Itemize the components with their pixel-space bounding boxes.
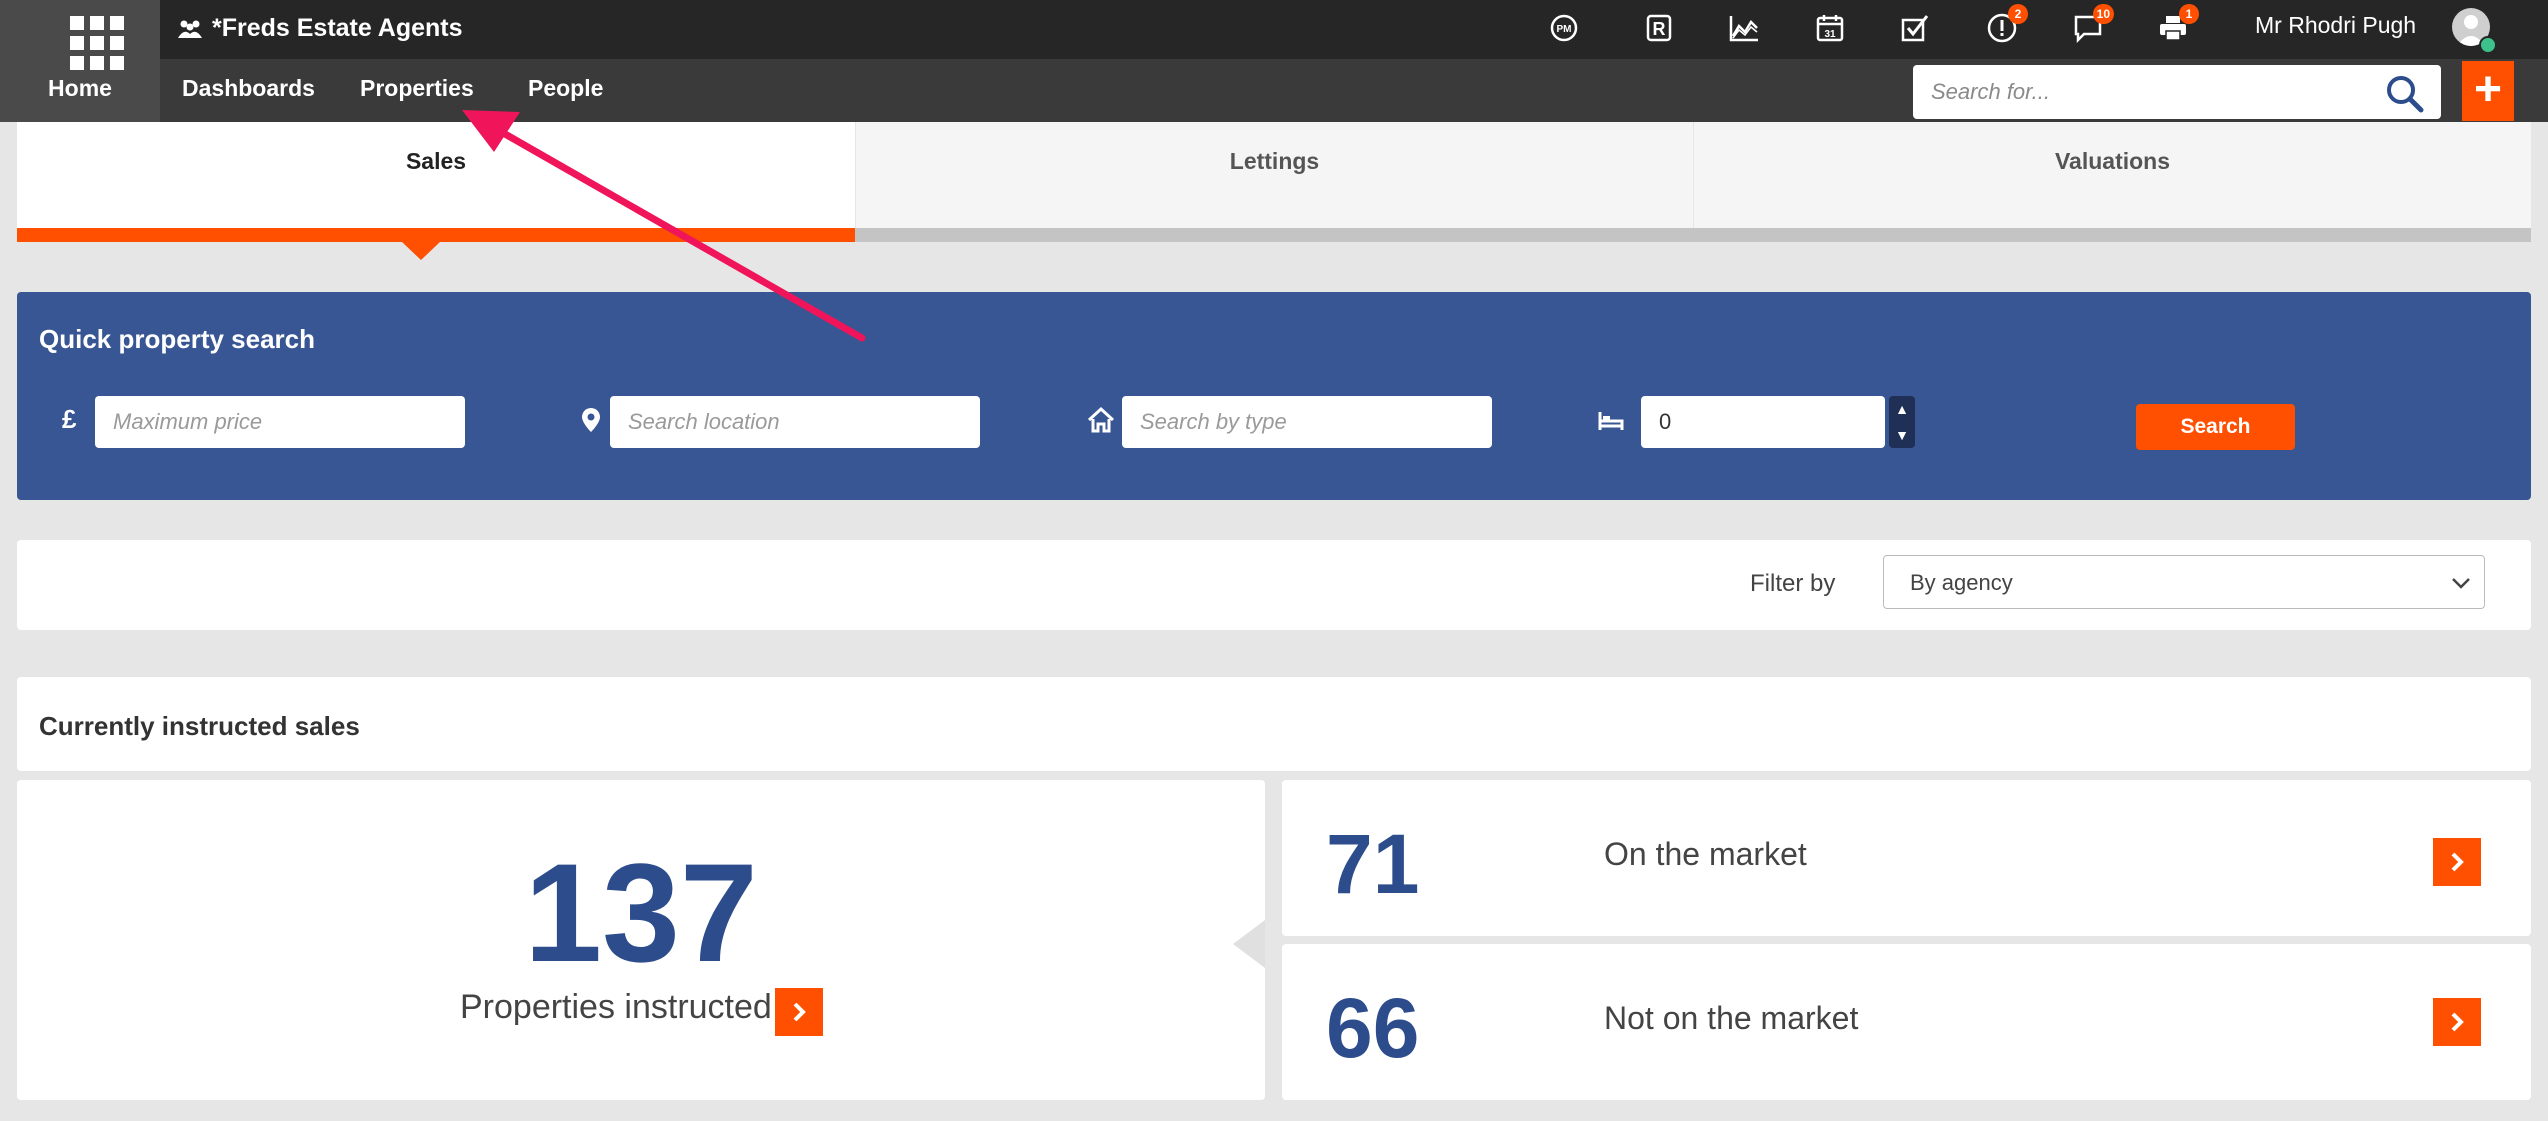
filter-selected-value: By agency	[1910, 570, 2013, 595]
on-market-count: 71	[1326, 817, 1420, 911]
home-label: Home	[48, 75, 112, 101]
active-tab-indicator	[17, 228, 855, 242]
apps-grid-icon	[70, 16, 124, 70]
tab-valuations[interactable]: Valuations	[1693, 122, 2531, 228]
stepper-down-icon[interactable]: ▼	[1895, 428, 1909, 442]
calendar-icon[interactable]: 31	[1808, 6, 1852, 50]
property-type-input[interactable]	[1122, 396, 1492, 448]
instructed-total-card: 137 Properties instructed	[17, 780, 1265, 1100]
svg-text:R: R	[1653, 19, 1666, 39]
bed-icon	[1597, 406, 1625, 441]
agency-switcher[interactable]: *Freds Estate Agents	[176, 14, 463, 43]
print-badge: 1	[2179, 4, 2199, 24]
tab-lettings[interactable]: Lettings	[855, 122, 1693, 228]
on-market-label: On the market	[1604, 836, 1807, 872]
instructed-total-arrow-button[interactable]	[775, 988, 823, 1036]
user-name[interactable]: Mr Rhodri Pugh	[2255, 12, 2416, 39]
tasks-icon[interactable]	[1893, 6, 1937, 50]
instructed-title: Currently instructed sales	[39, 711, 360, 741]
print-icon[interactable]: 1	[2151, 4, 2199, 50]
add-new-button[interactable]: +	[2462, 61, 2514, 121]
search-input[interactable]	[1913, 65, 2373, 119]
property-manager-icon[interactable]: PM	[1542, 6, 1586, 50]
instructed-total-label: Properties instructed	[460, 988, 772, 1026]
svg-text:31: 31	[1824, 29, 1836, 40]
sales-tabs: Sales Lettings Valuations	[17, 122, 2531, 242]
chevron-down-icon	[2452, 578, 2470, 589]
chevron-right-icon	[2451, 1012, 2464, 1032]
pound-icon: £	[62, 404, 77, 434]
people-group-icon	[178, 20, 202, 38]
off-market-arrow-button[interactable]	[2433, 998, 2481, 1046]
off-market-label: Not on the market	[1604, 1000, 1859, 1036]
chevron-right-icon	[2451, 852, 2464, 872]
quick-property-search: Quick property search £ ▲ ▼ Search	[17, 292, 2531, 500]
active-tab-caret	[402, 242, 440, 260]
quick-search-button[interactable]: Search	[2136, 404, 2295, 450]
online-status-icon	[2479, 36, 2497, 54]
alerts-icon[interactable]: 2	[1980, 4, 2028, 50]
off-market-card: 66 Not on the market	[1282, 944, 2531, 1100]
global-search	[1913, 65, 2441, 119]
nav-people[interactable]: People	[528, 75, 603, 102]
agency-name: *Freds Estate Agents	[212, 14, 463, 42]
bedrooms-input[interactable]	[1641, 396, 1885, 448]
filter-panel: Filter by By agency	[17, 540, 2531, 630]
stepper-up-icon[interactable]: ▲	[1895, 402, 1909, 416]
messages-badge: 10	[2092, 4, 2114, 24]
instructed-total: 137	[524, 834, 758, 991]
svg-text:PM: PM	[1557, 24, 1572, 35]
filter-select[interactable]: By agency	[1883, 555, 2485, 609]
bedrooms-stepper[interactable]: ▲ ▼	[1889, 396, 1915, 448]
chart-icon[interactable]	[1722, 6, 1766, 50]
registered-icon[interactable]: R	[1637, 6, 1681, 50]
inactive-tab-indicator	[855, 228, 2531, 242]
filter-label: Filter by	[1750, 570, 1836, 597]
location-input[interactable]	[610, 396, 980, 448]
search-icon[interactable]	[2383, 73, 2427, 113]
instructed-header: Currently instructed sales	[17, 677, 2531, 771]
messages-icon[interactable]: 10	[2066, 4, 2114, 50]
on-market-arrow-button[interactable]	[2433, 838, 2481, 886]
nav-dashboards[interactable]: Dashboards	[182, 75, 315, 102]
home-button[interactable]: Home	[0, 0, 160, 122]
quick-search-title: Quick property search	[39, 324, 315, 354]
card-pointer	[1233, 920, 1265, 968]
house-icon	[1087, 406, 1115, 441]
nav-properties[interactable]: Properties	[360, 75, 474, 102]
on-market-card: 71 On the market	[1282, 780, 2531, 936]
location-pin-icon	[577, 406, 605, 441]
alerts-badge: 2	[2008, 4, 2028, 24]
max-price-input[interactable]	[95, 396, 465, 448]
tab-sales[interactable]: Sales	[17, 122, 855, 228]
off-market-count: 66	[1326, 981, 1420, 1075]
chevron-right-icon	[793, 1002, 806, 1022]
